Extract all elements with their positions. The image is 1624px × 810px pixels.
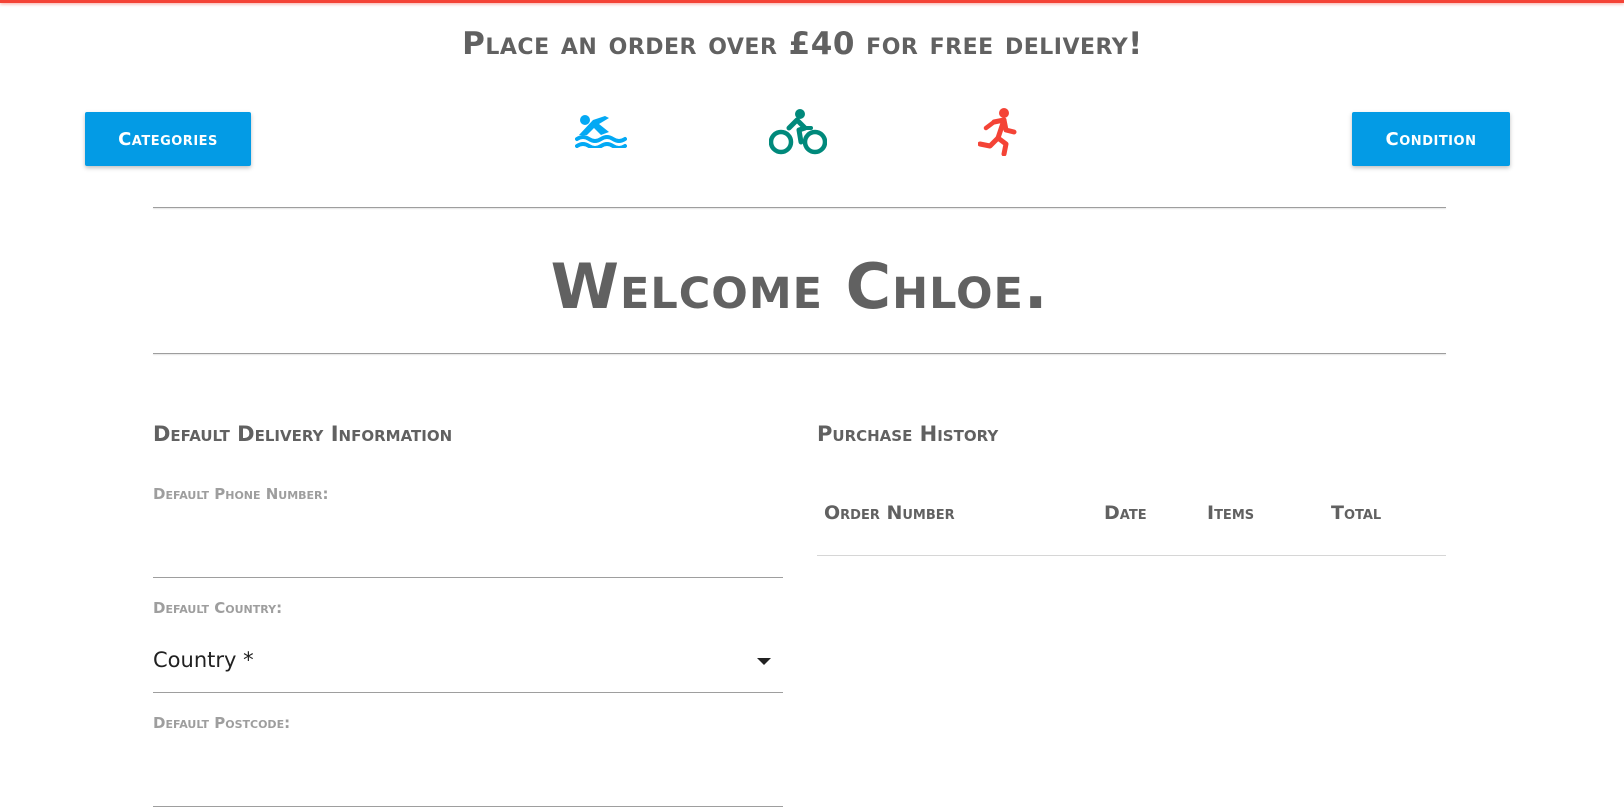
phone-label: Default Phone Number: bbox=[153, 485, 329, 503]
condition-button[interactable]: Condition bbox=[1352, 112, 1510, 166]
country-label: Default Country: bbox=[153, 599, 283, 617]
welcome-heading: Welcome Chloe. bbox=[550, 250, 1049, 323]
table-header-divider bbox=[817, 555, 1446, 556]
divider bbox=[153, 353, 1446, 354]
phone-input[interactable] bbox=[153, 534, 783, 578]
cyclist-icon bbox=[768, 109, 828, 155]
bike-link[interactable] bbox=[768, 108, 828, 160]
country-select-value: Country * bbox=[153, 648, 254, 672]
column-header-items: Items bbox=[1207, 502, 1255, 524]
dropdown-arrow-icon bbox=[757, 658, 771, 665]
purchase-history-title: Purchase History bbox=[817, 422, 999, 446]
column-header-order-number: Order Number bbox=[824, 502, 955, 524]
run-link[interactable] bbox=[977, 108, 1018, 160]
column-header-total: Total bbox=[1331, 502, 1382, 524]
column-header-date: Date bbox=[1104, 502, 1147, 524]
categories-button[interactable]: Categories bbox=[85, 112, 251, 166]
runner-icon bbox=[977, 108, 1017, 157]
free-delivery-banner: Place an order over £40 for free deliver… bbox=[462, 26, 1143, 62]
swimmer-icon bbox=[575, 115, 627, 150]
swim-link[interactable] bbox=[575, 108, 627, 152]
top-accent-bar bbox=[0, 0, 1624, 3]
divider bbox=[153, 207, 1446, 208]
postcode-label: Default Postcode: bbox=[153, 714, 291, 732]
country-select[interactable]: Country * bbox=[153, 648, 783, 693]
postcode-input[interactable] bbox=[153, 763, 783, 807]
delivery-info-title: Default Delivery Information bbox=[153, 422, 453, 446]
